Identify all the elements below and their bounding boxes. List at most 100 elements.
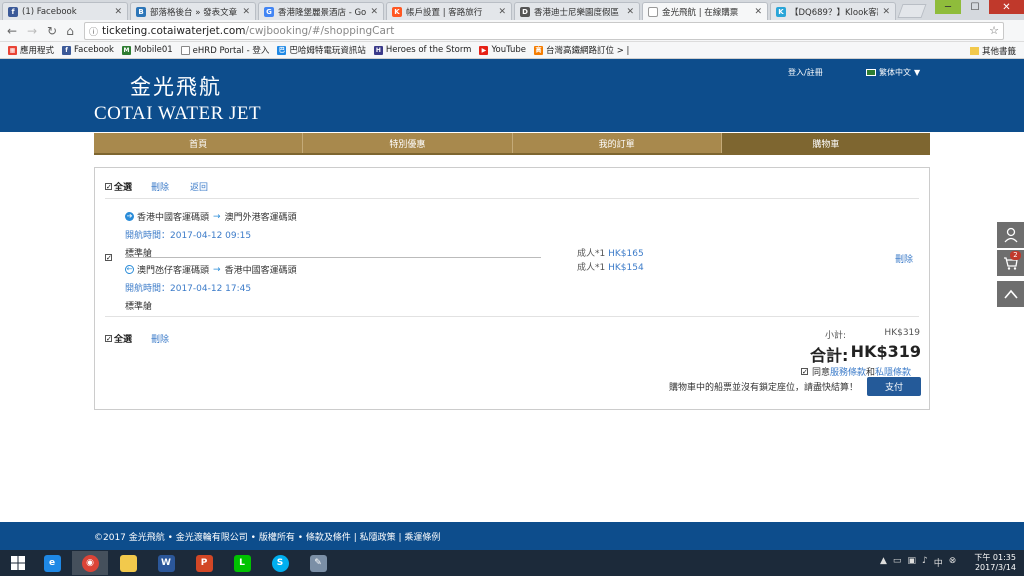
- bookmark-label: Heroes of the Storm: [385, 45, 472, 55]
- taskbar-ie[interactable]: e: [34, 551, 70, 575]
- url-input[interactable]: ⓘ ticketing.cotaiwaterjet.com/cwjbooking…: [84, 22, 1004, 40]
- leg-route: ← 澳門氹仔客運碼頭 → 香港中國客運碼頭: [125, 263, 297, 276]
- bookmark-ehrd[interactable]: eHRD Portal - 登入: [180, 44, 269, 56]
- line-icon: L: [233, 554, 251, 572]
- price-label: 成人*1: [577, 249, 606, 259]
- nav-home[interactable]: 首頁: [94, 133, 304, 153]
- back-link[interactable]: 返回: [190, 180, 208, 193]
- agree-prefix: 同意: [812, 368, 831, 378]
- taskbar-skype[interactable]: S: [262, 551, 298, 575]
- logo-english[interactable]: COTAI WATER JET: [94, 103, 261, 125]
- other-bookmarks[interactable]: 其他書籤: [969, 45, 1016, 57]
- select-all-checkbox[interactable]: ✓: [105, 183, 112, 191]
- cart-count-badge: 2: [1010, 251, 1021, 260]
- tab-cotai-active[interactable]: 金光飛航 | 在線購票 ✕: [642, 2, 768, 20]
- route-to: 香港中國客運碼頭: [224, 266, 297, 276]
- item-checkbox[interactable]: ✓: [105, 254, 112, 262]
- subtotal-value: HK$319: [884, 328, 920, 338]
- close-icon[interactable]: ✕: [114, 7, 122, 17]
- clock-time: 下午 01:35: [974, 553, 1016, 562]
- close-icon[interactable]: ✕: [754, 7, 762, 17]
- taskbar-powerpoint[interactable]: P: [186, 551, 222, 575]
- tab-klook-dq[interactable]: K 【DQ689？】Klook客路 ✕: [770, 2, 896, 20]
- network-icon[interactable]: ▣: [907, 556, 916, 569]
- tab-google-hotel[interactable]: G 香港隆堡麗景酒店 - Goo ✕: [258, 2, 384, 20]
- tab-disney[interactable]: D 香港迪士尼樂園度假區 ✕: [514, 2, 640, 20]
- back-arrow-icon[interactable]: ←: [4, 23, 20, 39]
- close-icon[interactable]: ✕: [370, 7, 378, 17]
- tab-facebook[interactable]: f (1) Facebook ✕: [2, 2, 128, 20]
- ime-icon[interactable]: 中: [934, 556, 943, 569]
- language-selector[interactable]: 繁体中文 ▼: [866, 67, 920, 78]
- close-icon[interactable]: ✕: [882, 7, 890, 17]
- bookmark-heroes[interactable]: H Heroes of the Storm: [373, 45, 472, 55]
- window-close-icon[interactable]: ✕: [989, 0, 1024, 14]
- minimize-icon[interactable]: ─: [935, 0, 961, 14]
- windows-icon: [11, 556, 25, 570]
- nav-promotions[interactable]: 特別優惠: [303, 133, 513, 153]
- terms-link[interactable]: 服務條款: [830, 365, 866, 378]
- klook-icon: K: [392, 6, 402, 17]
- new-tab-button[interactable]: [897, 4, 927, 18]
- taskbar-chrome[interactable]: ◉: [72, 551, 108, 575]
- price-amount: HK$165: [608, 249, 644, 259]
- route-from: 香港中國客運碼頭: [137, 213, 210, 223]
- agree-checkbox[interactable]: ✓: [801, 368, 808, 376]
- bookmark-youtube[interactable]: ▶ YouTube: [479, 45, 526, 55]
- bookmark-thsr[interactable]: 高台灣高鐵網路訂位 > |: [534, 44, 629, 56]
- delete-selected-link[interactable]: 刪除: [151, 332, 169, 345]
- cart-bottom-actions: ✓ 全選 刪除: [105, 332, 169, 345]
- close-icon[interactable]: ✕: [498, 7, 506, 17]
- taskbar-word[interactable]: W: [148, 551, 184, 575]
- tab-title: 香港隆堡麗景酒店 - Goo: [278, 7, 367, 18]
- bookmark-apps[interactable]: ▦ 應用程式: [8, 44, 54, 56]
- departure-time: 開航時間：2017-04-12 17:45: [125, 284, 252, 294]
- select-all-label: 全選: [114, 335, 133, 345]
- login-register-link[interactable]: 登入/註冊: [788, 67, 823, 78]
- route-arrow-icon: →: [213, 264, 221, 275]
- seat-warning-text: 購物車中的船票並沒有鎖定座位，請盡快結算！: [669, 383, 859, 393]
- clock[interactable]: 下午 01:35 2017/3/14: [962, 553, 1016, 573]
- bookmark-label: Facebook: [74, 45, 114, 55]
- bookmark-star-icon[interactable]: ☆: [989, 24, 999, 37]
- bookmark-label: Mobile01: [133, 45, 173, 55]
- notification-icon[interactable]: ⊗: [949, 556, 957, 569]
- windows-taskbar: e ◉ W P L S ✎ ▲ ▭ ▣ ♪ 中 ⊗ 下午 01:35 2017/…: [0, 550, 1024, 576]
- taskbar-line[interactable]: L: [224, 551, 260, 575]
- bookmark-mobile01[interactable]: M Mobile01: [121, 45, 173, 55]
- home-icon[interactable]: ⌂: [62, 23, 78, 39]
- cart-button[interactable]: 2: [997, 250, 1024, 276]
- user-account-button[interactable]: [997, 222, 1024, 248]
- nav-my-orders[interactable]: 我的訂單: [513, 133, 722, 153]
- tab-klook-account[interactable]: K 帳戶設置 | 客路旅行 ✕: [386, 2, 512, 20]
- delete-selected-link[interactable]: 刪除: [151, 180, 169, 193]
- tab-title: 香港迪士尼樂園度假區: [534, 7, 620, 18]
- start-button[interactable]: [0, 551, 36, 575]
- bahamut-icon: 巴: [277, 45, 287, 55]
- maximize-icon[interactable]: ☐: [962, 0, 988, 14]
- bookmark-facebook[interactable]: f Facebook: [62, 45, 114, 55]
- nav-cart[interactable]: 購物車: [721, 133, 930, 153]
- close-icon[interactable]: ✕: [242, 7, 250, 17]
- keyboard-icon[interactable]: ▭: [893, 556, 902, 569]
- taskbar-app[interactable]: ✎: [300, 551, 336, 575]
- logo-chinese[interactable]: 金光飛航: [130, 71, 222, 101]
- volume-icon[interactable]: ♪: [922, 556, 928, 569]
- forward-arrow-icon[interactable]: →: [24, 23, 40, 39]
- close-icon[interactable]: ✕: [626, 7, 634, 17]
- back-to-top-button[interactable]: [997, 281, 1024, 307]
- tab-title: (1) Facebook: [22, 6, 77, 17]
- reload-icon[interactable]: ↻: [44, 23, 60, 39]
- bookmark-bahamut[interactable]: 巴巴哈姆特電玩資訊站: [277, 44, 366, 56]
- tray-up-icon[interactable]: ▲: [880, 556, 887, 569]
- item-delete-link[interactable]: 刪除: [895, 252, 913, 265]
- site-footer: ©2017 金光飛航 • 金光渡輪有限公司 • 版權所有 • 條款及條件 | 私…: [0, 522, 1024, 550]
- departure-time: 開航時間：2017-04-12 09:15: [125, 231, 252, 241]
- tab-blog[interactable]: B 部落格後台 » 發表文章 ✕: [130, 2, 256, 20]
- info-icon[interactable]: ⓘ: [89, 25, 98, 38]
- subtotal-label: 小計:: [825, 331, 847, 341]
- divider: [105, 198, 919, 199]
- pay-button[interactable]: 支付: [867, 377, 921, 396]
- taskbar-explorer[interactable]: [110, 551, 146, 575]
- select-all-checkbox[interactable]: ✓: [105, 335, 112, 343]
